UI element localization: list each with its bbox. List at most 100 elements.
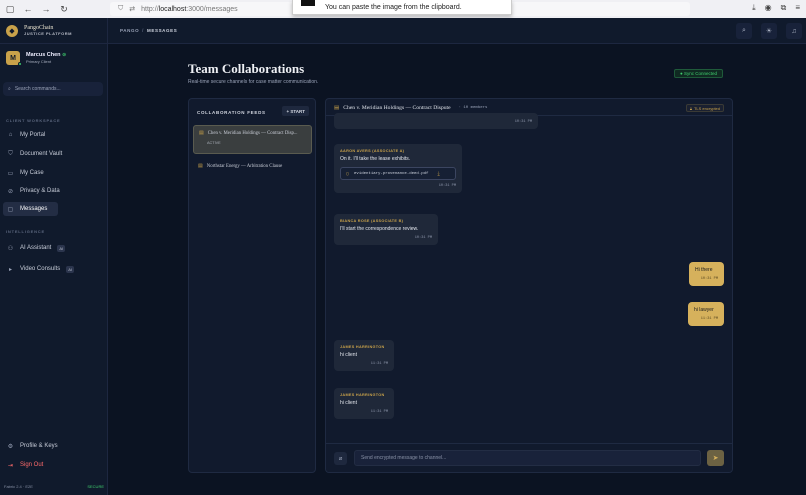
- user-name: Marcus Chen: [26, 52, 61, 58]
- search-icon: ⌕: [8, 86, 11, 92]
- sidebar-item-ai-assistant[interactable]: ⚇ AI Assistant AI: [3, 241, 103, 255]
- top-bar: PANGO / MESSAGES ⌕ ☀ ♫: [108, 18, 806, 44]
- sidebar-item-profile-keys[interactable]: ⚙ Profile & Keys: [3, 439, 103, 453]
- theme-toggle-button[interactable]: ☀: [761, 23, 777, 39]
- menu-icon[interactable]: ≡: [795, 3, 800, 13]
- verified-icon: ⊙: [62, 52, 67, 58]
- download-icon[interactable]: ⤓: [437, 171, 439, 177]
- video-icon: ▸: [8, 266, 12, 273]
- sidebar-item-messages[interactable]: ▢ Messages: [3, 202, 58, 216]
- message-author: JAMES HARRINGTON: [340, 345, 385, 349]
- notifications-button[interactable]: ♫: [786, 23, 802, 39]
- bell-icon: ♫: [791, 27, 797, 35]
- attachment-name: evidentiary-provenance-deed.pdf: [354, 171, 429, 176]
- back-icon[interactable]: ←: [22, 4, 34, 14]
- message-text: On it. I'll take the lease exhibits.: [340, 156, 411, 162]
- search-icon: ⌕: [742, 27, 746, 34]
- message-bubble: JAMES HARRINGTON hi client 11:31 PM: [334, 340, 394, 371]
- message-composer: ⌀ ➤: [326, 443, 732, 472]
- sign-out-button[interactable]: ⇥ Sign Out: [3, 458, 103, 472]
- send-button[interactable]: ➤: [707, 450, 724, 466]
- vault-icon: ⛉: [8, 150, 13, 157]
- sun-icon: ☀: [765, 28, 773, 35]
- online-dot-icon: [18, 62, 22, 66]
- breadcrumb: PANGO / MESSAGES: [120, 28, 178, 33]
- briefcase-icon: ▤: [334, 105, 340, 111]
- message-text: hi client: [340, 352, 357, 358]
- document-icon: ▯: [346, 170, 350, 177]
- page-title: Team Collaborations: [188, 61, 305, 76]
- user-card[interactable]: M Marcus Chen ⊙ Primary Client: [6, 51, 67, 66]
- start-feed-button[interactable]: + START: [282, 106, 309, 116]
- sidebar-item-privacy-data[interactable]: ⊘ Privacy & Data: [3, 184, 103, 198]
- logout-icon: ⇥: [7, 462, 14, 469]
- message-author: JAMES HARRINGTON: [340, 393, 385, 397]
- paperclip-icon: ⌀: [338, 456, 343, 462]
- clipboard-toast: You can paste the image from the clipboa…: [292, 0, 512, 15]
- sidebar-toggle-icon[interactable]: ▢: [4, 4, 16, 15]
- channel-title: Chen v. Meridian Holdings — Contract Dis…: [343, 105, 451, 111]
- account-icon[interactable]: ◉: [765, 3, 772, 13]
- gear-icon: ⚙: [7, 443, 14, 450]
- message-bubble-own: Hi there 10:31 PM: [689, 262, 724, 286]
- sidebar-item-document-vault[interactable]: ⛉ Document Vault: [3, 147, 103, 161]
- forward-icon[interactable]: →: [40, 4, 52, 14]
- download-icon[interactable]: ⤓: [752, 3, 756, 13]
- version-info: Fabric 2.4 · E2E SECURE: [4, 484, 104, 489]
- ai-badge: AI: [57, 244, 66, 252]
- case-icon: ▭: [7, 170, 14, 177]
- portal-icon: ⌂: [8, 132, 13, 138]
- ai-badge: AI: [66, 265, 75, 273]
- member-count: · 10 members: [458, 106, 488, 110]
- sidebar-item-my-portal[interactable]: ⌂ My Portal: [3, 128, 103, 142]
- feed-status: ACTIVE: [207, 141, 221, 145]
- feeds-header: COLLABORATION FEEDS: [197, 110, 266, 115]
- logo-icon: ◆: [6, 24, 18, 37]
- send-icon: ➤: [712, 455, 719, 462]
- message-author: BIANCA ROSE (ASSOCIATE B): [340, 219, 404, 223]
- message-bubble: JAMES HARRINGTON hi client 11:31 PM: [334, 388, 394, 419]
- reload-icon[interactable]: ↻: [58, 4, 70, 15]
- briefcase-icon: ▤: [199, 131, 204, 136]
- message-author: AARON AVERS (ASSOCIATE A): [340, 149, 405, 153]
- message-bubble: 10:31 PM: [334, 113, 538, 129]
- message-input[interactable]: [354, 450, 701, 466]
- message-text: Hi there: [695, 267, 713, 273]
- sync-status-badge: ● Sync Connected: [674, 69, 723, 78]
- sidebar: ◆ PangoChain JUSTICE PLATFORM M Marcus C…: [0, 18, 108, 495]
- encryption-badge: 🔒︎ TLS encrypted: [685, 104, 724, 112]
- message-text: I'll start the correspondence review.: [340, 226, 419, 232]
- lock-icon: 🔒︎: [689, 105, 692, 111]
- command-search[interactable]: ⌕ Search commands...: [3, 82, 103, 96]
- search-button[interactable]: ⌕: [736, 23, 752, 39]
- message-bubble-own: hi lawyer 11:31 PM: [688, 302, 724, 326]
- briefcase-icon: ▤: [198, 164, 203, 169]
- attach-button[interactable]: ⌀: [334, 452, 347, 465]
- sidebar-item-video-consults[interactable]: ▸ Video Consults AI: [3, 262, 103, 276]
- chat-panel: ▤ Chen v. Meridian Holdings — Contract D…: [325, 98, 733, 473]
- feed-item[interactable]: ▤ Chen v. Meridian Holdings — Contract Di…: [193, 125, 312, 154]
- attachment-chip[interactable]: ▯ evidentiary-provenance-deed.pdf ⤓: [340, 167, 456, 180]
- privacy-icon: ⊘: [7, 188, 14, 195]
- shield-icon: ⛉: [118, 5, 124, 12]
- sidebar-item-my-case[interactable]: ▭ My Case: [3, 166, 103, 180]
- permissions-icon[interactable]: ⇄: [129, 5, 135, 13]
- section-client-workspace: CLIENT WORKSPACE: [6, 118, 61, 123]
- main-content: Team Collaborations Real-time secure cha…: [108, 44, 806, 495]
- message-bubble: BIANCA ROSE (ASSOCIATE B) I'll start the…: [334, 214, 438, 245]
- message-text: hi client: [340, 400, 357, 406]
- ai-icon: ⚇: [7, 245, 14, 252]
- messages-icon: ▢: [7, 206, 14, 213]
- feed-item[interactable]: ▤ Northstar Energy — Arbitration Clause: [193, 159, 312, 173]
- section-intelligence: INTELLIGENCE: [6, 229, 45, 234]
- brand[interactable]: ◆ PangoChain JUSTICE PLATFORM: [0, 18, 107, 44]
- avatar: M: [6, 51, 22, 66]
- toast-thumbnail: [301, 0, 315, 6]
- brand-sub: JUSTICE PLATFORM: [24, 31, 72, 36]
- collaboration-feeds-panel: COLLABORATION FEEDS + START ▤ Chen v. Mer…: [188, 98, 316, 473]
- user-role: Primary Client: [26, 59, 52, 64]
- extensions-icon[interactable]: ⧉: [781, 3, 787, 13]
- message-bubble: AARON AVERS (ASSOCIATE A) On it. I'll ta…: [334, 144, 462, 193]
- message-text: hi lawyer: [694, 307, 714, 313]
- page-subtitle: Real-time secure channels for case matte…: [188, 79, 319, 85]
